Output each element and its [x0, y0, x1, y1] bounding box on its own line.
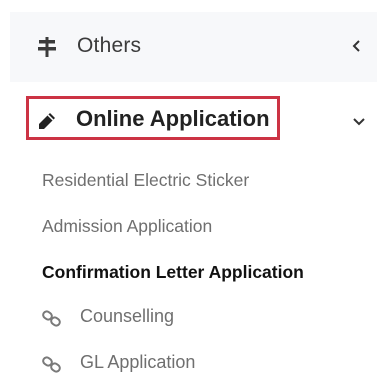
signpost-icon — [36, 36, 58, 58]
link-icon — [42, 310, 62, 328]
sidebar-item-label: Online Application — [76, 106, 270, 131]
top-spacer — [0, 0, 377, 12]
submenu-item-gl-application[interactable]: GL Application — [42, 352, 242, 378]
sidebar-item-online-application[interactable]: Online Application — [0, 92, 377, 150]
chevron-left-icon — [351, 38, 363, 54]
submenu-item-confirmation-letter-application[interactable]: Confirmation Letter Application — [42, 262, 304, 283]
submenu-item-counselling[interactable]: Counselling — [42, 306, 242, 332]
link-icon — [42, 356, 62, 374]
sidebar-item-others[interactable]: Others — [10, 12, 377, 82]
submenu-item-label: GL Application — [80, 352, 196, 372]
sidebar-item-label: Others — [77, 34, 142, 57]
submenu-item-admission-application[interactable]: Admission Application — [42, 216, 212, 237]
submenu-item-residential-electric-sticker[interactable]: Residential Electric Sticker — [42, 170, 249, 191]
sidebar-nav: Others Online Application Residential El… — [0, 0, 377, 384]
pencil-icon — [37, 111, 57, 131]
chevron-down-icon — [352, 114, 366, 126]
submenu-item-label: Counselling — [80, 306, 175, 326]
